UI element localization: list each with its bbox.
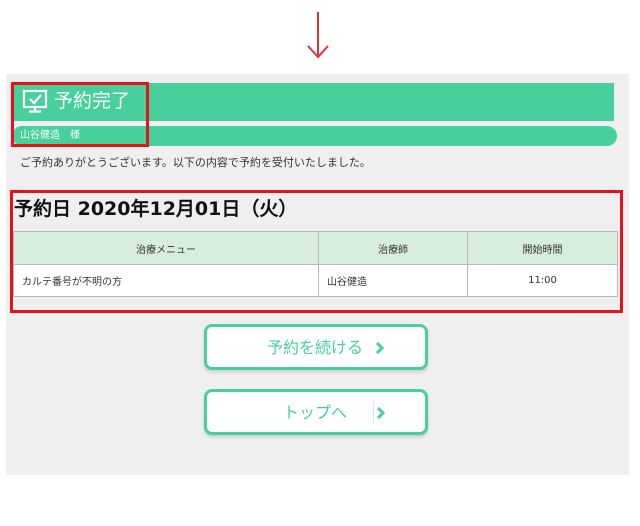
highlight-box-reservation	[10, 190, 623, 313]
top-page-button[interactable]: トップへ	[204, 389, 428, 435]
top-page-label: トップへ	[283, 403, 348, 422]
continue-booking-button[interactable]: 予約を続ける	[204, 324, 428, 370]
button-divider	[373, 402, 374, 424]
continue-booking-label: 予約を続ける	[267, 338, 364, 357]
highlight-box-header	[11, 82, 149, 147]
down-arrow-icon	[307, 12, 329, 59]
chevron-right-icon	[376, 406, 386, 420]
chevron-right-icon	[375, 341, 385, 355]
confirmation-message: ご予約ありがとうございます。以下の内容で予約を受付いたしました。	[20, 156, 371, 169]
